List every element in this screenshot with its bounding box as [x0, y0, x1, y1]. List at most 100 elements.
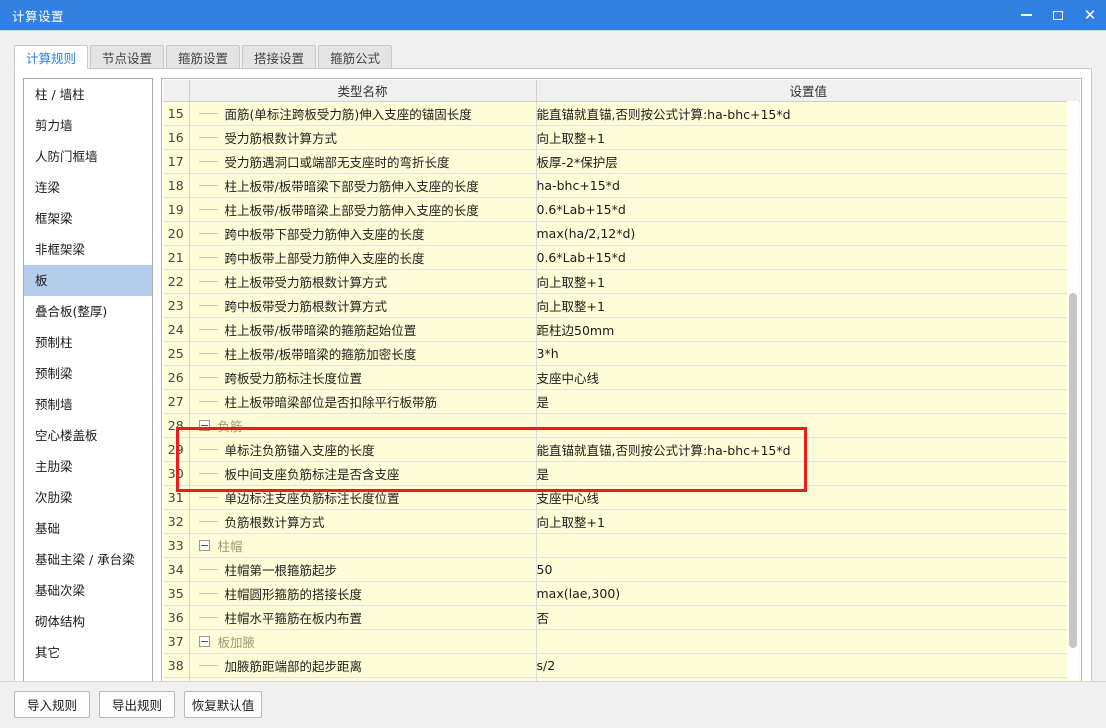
table-row[interactable]: 29 单标注负筋锚入支座的长度 能直锚就直锚,否则按公式计算:ha-bhc+15*d	[163, 437, 1080, 462]
row-type-name-cell[interactable]: 跨板受力筋标注长度位置	[189, 365, 537, 390]
table-row[interactable]: 30 板中间支座负筋标注是否含支座 是	[163, 461, 1080, 486]
tab-5[interactable]: 箍筋公式	[318, 45, 393, 68]
row-setting-value[interactable]: max(ha/2,12*d)	[536, 221, 1080, 246]
row-type-name-cell[interactable]: 柱上板带/板带暗梁的箍筋加密长度	[189, 341, 537, 366]
sidebar-item-12[interactable]: 空心楼盖板	[24, 420, 152, 451]
column-header-setting-value[interactable]: 设置值	[536, 80, 1080, 102]
row-setting-value[interactable]: 向上取整+1	[536, 293, 1080, 318]
sidebar-item-14[interactable]: 次肋梁	[24, 482, 152, 513]
sidebar-item-19[interactable]: 其它	[24, 637, 152, 668]
row-setting-value[interactable]: 0.6*Lab+15*d	[536, 197, 1080, 222]
row-setting-value[interactable]: 支座中心线	[536, 485, 1080, 510]
table-row[interactable]: 35 柱帽圆形箍筋的搭接长度 max(lae,300)	[163, 581, 1080, 606]
row-setting-value[interactable]: max(lae,300)	[536, 581, 1080, 606]
row-setting-value[interactable]	[536, 629, 1080, 654]
table-row[interactable]: 20 跨中板带下部受力筋伸入支座的长度 max(ha/2,12*d)	[163, 221, 1080, 246]
row-setting-value[interactable]: 50	[536, 557, 1080, 582]
table-row[interactable]: 19 柱上板带/板带暗梁上部受力筋伸入支座的长度 0.6*Lab+15*d	[163, 197, 1080, 222]
column-header-rownum[interactable]	[163, 80, 190, 102]
sidebar-item-1[interactable]: 柱 / 墙柱	[24, 79, 152, 110]
collapse-minus-icon[interactable]	[198, 540, 210, 551]
row-setting-value[interactable]: 是	[536, 461, 1080, 486]
table-row[interactable]: 22 柱上板带受力筋根数计算方式 向上取整+1	[163, 269, 1080, 294]
row-type-name-cell[interactable]: 板中间支座负筋标注是否含支座	[189, 461, 537, 486]
row-setting-value[interactable]: 否	[536, 605, 1080, 630]
maximize-button[interactable]	[1042, 0, 1074, 30]
collapse-minus-icon[interactable]	[198, 636, 210, 647]
sidebar-item-3[interactable]: 人防门框墙	[24, 141, 152, 172]
row-type-name-cell[interactable]: 柱帽水平箍筋在板内布置	[189, 605, 537, 630]
row-setting-value[interactable]: 能直锚就直锚,否则按公式计算:ha-bhc+15*d	[536, 437, 1080, 462]
sidebar-item-13[interactable]: 主肋梁	[24, 451, 152, 482]
sidebar-item-6[interactable]: 非框架梁	[24, 234, 152, 265]
close-button[interactable]: ✕	[1074, 0, 1106, 30]
vertical-scrollbar[interactable]	[1067, 101, 1079, 680]
sidebar-item-11[interactable]: 预制墙	[24, 389, 152, 420]
category-sidebar[interactable]: 柱 / 墙柱 剪力墙 人防门框墙 连梁 框架梁 非框架梁板叠合板(整厚) 预制柱 预制梁 预制墙…	[23, 78, 153, 683]
row-setting-value[interactable]	[536, 413, 1080, 438]
scrollbar-thumb[interactable]	[1069, 293, 1077, 648]
table-row[interactable]: 32 负筋根数计算方式 向上取整+1	[163, 509, 1080, 534]
row-type-name-cell[interactable]: 跨中板带受力筋根数计算方式	[189, 293, 537, 318]
row-type-name-cell[interactable]: 负筋	[189, 413, 537, 438]
row-setting-value[interactable]: 0.6*Lab+15*d	[536, 245, 1080, 270]
tab-3[interactable]: 箍筋设置	[166, 45, 241, 68]
row-setting-value[interactable]: ha-bhc+15*d	[536, 173, 1080, 198]
row-type-name-cell[interactable]: 柱帽第一根箍筋起步	[189, 557, 537, 582]
row-type-name-cell[interactable]: 加腋筋距端部的起步距离	[189, 653, 537, 678]
sidebar-item-18[interactable]: 砌体结构	[24, 606, 152, 637]
row-type-name-cell[interactable]: 单边标注支座负筋标注长度位置	[189, 485, 537, 510]
row-setting-value[interactable]: 向上取整+1	[536, 125, 1080, 150]
row-type-name-cell[interactable]: 柱帽圆形箍筋的搭接长度	[189, 581, 537, 606]
table-row[interactable]: 31 单边标注支座负筋标注长度位置 支座中心线	[163, 485, 1080, 510]
tab-2[interactable]: 节点设置	[90, 45, 165, 68]
table-row[interactable]: 38 加腋筋距端部的起步距离 s/2	[163, 653, 1080, 678]
row-type-name-cell[interactable]: 板加腋	[189, 629, 537, 654]
row-setting-value[interactable]: 距柱边50mm	[536, 317, 1080, 342]
sidebar-item-5[interactable]: 框架梁	[24, 203, 152, 234]
export-rules-button[interactable]: 导出规则	[99, 691, 175, 718]
sidebar-item-15[interactable]: 基础	[24, 513, 152, 544]
row-type-name-cell[interactable]: 柱帽	[189, 533, 537, 558]
table-row[interactable]: 18 柱上板带/板带暗梁下部受力筋伸入支座的长度 ha-bhc+15*d	[163, 173, 1080, 198]
import-rules-button[interactable]: 导入规则	[14, 691, 90, 718]
row-setting-value[interactable]: 是	[536, 389, 1080, 414]
table-row[interactable]: 25 柱上板带/板带暗梁的箍筋加密长度 3*h	[163, 341, 1080, 366]
table-row[interactable]: 34 柱帽第一根箍筋起步 50	[163, 557, 1080, 582]
row-type-name-cell[interactable]: 柱上板带/板带暗梁的箍筋起始位置	[189, 317, 537, 342]
row-type-name-cell[interactable]: 受力筋根数计算方式	[189, 125, 537, 150]
sidebar-item-4[interactable]: 连梁	[24, 172, 152, 203]
sidebar-item-17[interactable]: 基础次梁	[24, 575, 152, 606]
table-row[interactable]: 24 柱上板带/板带暗梁的箍筋起始位置 距柱边50mm	[163, 317, 1080, 342]
row-type-name-cell[interactable]: 负筋根数计算方式	[189, 509, 537, 534]
row-type-name-cell[interactable]: 柱上板带/板带暗梁上部受力筋伸入支座的长度	[189, 197, 537, 222]
sidebar-item-9[interactable]: 预制柱	[24, 327, 152, 358]
table-row[interactable]: 37 板加腋	[163, 629, 1080, 654]
row-type-name-cell[interactable]: 柱上板带暗梁部位是否扣除平行板带筋	[189, 389, 537, 414]
sidebar-item-10[interactable]: 预制梁	[24, 358, 152, 389]
sidebar-item-2[interactable]: 剪力墙	[24, 110, 152, 141]
table-row[interactable]: 23 跨中板带受力筋根数计算方式 向上取整+1	[163, 293, 1080, 318]
table-row[interactable]: 21 跨中板带上部受力筋伸入支座的长度 0.6*Lab+15*d	[163, 245, 1080, 270]
table-row[interactable]: 17 受力筋遇洞口或端部无支座时的弯折长度 板厚-2*保护层	[163, 149, 1080, 174]
row-type-name-cell[interactable]: 跨中板带上部受力筋伸入支座的长度	[189, 245, 537, 270]
collapse-minus-icon[interactable]	[198, 420, 210, 431]
table-row[interactable]: 33 柱帽	[163, 533, 1080, 558]
table-row[interactable]: 16 受力筋根数计算方式 向上取整+1	[163, 125, 1080, 150]
column-header-type-name[interactable]: 类型名称	[189, 80, 537, 102]
row-setting-value[interactable]: 3*h	[536, 341, 1080, 366]
row-type-name-cell[interactable]: 柱上板带受力筋根数计算方式	[189, 269, 537, 294]
row-type-name-cell[interactable]: 柱上板带/板带暗梁下部受力筋伸入支座的长度	[189, 173, 537, 198]
row-setting-value[interactable]: s/2	[536, 653, 1080, 678]
table-row[interactable]: 26 跨板受力筋标注长度位置 支座中心线	[163, 365, 1080, 390]
table-row[interactable]: 15 面筋(单标注跨板受力筋)伸入支座的锚固长度 能直锚就直锚,否则按公式计算:ha…	[163, 101, 1080, 126]
row-type-name-cell[interactable]: 单标注负筋锚入支座的长度	[189, 437, 537, 462]
row-setting-value[interactable]: 支座中心线	[536, 365, 1080, 390]
table-row[interactable]: 28 负筋	[163, 413, 1080, 438]
row-type-name-cell[interactable]: 面筋(单标注跨板受力筋)伸入支座的锚固长度	[189, 101, 537, 126]
row-setting-value[interactable]: 能直锚就直锚,否则按公式计算:ha-bhc+15*d	[536, 101, 1080, 126]
minimize-button[interactable]	[1010, 0, 1042, 30]
table-row[interactable]: 27 柱上板带暗梁部位是否扣除平行板带筋 是	[163, 389, 1080, 414]
table-row[interactable]: 36 柱帽水平箍筋在板内布置 否	[163, 605, 1080, 630]
row-setting-value[interactable]: 板厚-2*保护层	[536, 149, 1080, 174]
